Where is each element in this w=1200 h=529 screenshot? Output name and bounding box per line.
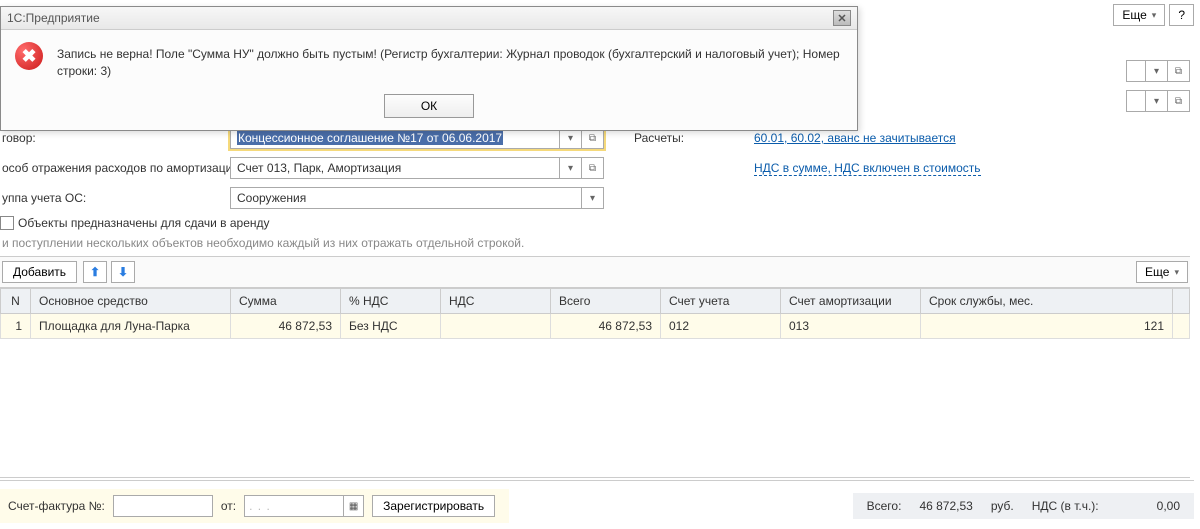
table-toolbar: Добавить ⬆ ⬇ Еще — [0, 256, 1190, 288]
cell-vat-pct: Без НДС — [341, 314, 441, 339]
label-contract: говор: — [0, 131, 230, 145]
arrow-down-icon: ⬇ — [118, 265, 128, 279]
register-button[interactable]: Зарегистрировать — [372, 495, 495, 517]
date-placeholder: . . . — [249, 499, 271, 513]
col-amort-acc[interactable]: Счет амортизации — [781, 289, 921, 314]
amort-input[interactable]: Счет 013, Парк, Амортизация — [230, 157, 560, 179]
table-header-row: N Основное средство Сумма % НДС НДС Всег… — [1, 289, 1190, 314]
dialog-footer: ОК — [1, 86, 857, 130]
currency: руб. — [991, 499, 1014, 513]
label-amort: особ отражения расходов по амортизации: — [0, 161, 230, 175]
amort-open-icon[interactable]: ⧉ — [582, 157, 604, 179]
dialog-titlebar: 1С:Предприятие ✕ — [1, 7, 857, 30]
assets-table: N Основное средство Сумма % НДС НДС Всег… — [0, 288, 1190, 339]
arrow-up-icon: ⬆ — [90, 265, 100, 279]
footer: Счет-фактура №: от: . . . ▦ Зарегистриро… — [0, 480, 1194, 523]
from-label: от: — [221, 499, 236, 513]
group-field-wrap: Сооружения ▾ — [230, 187, 604, 209]
cell-n: 1 — [1, 314, 31, 339]
table-container: N Основное средство Сумма % НДС НДС Всег… — [0, 288, 1190, 478]
vat-link[interactable]: НДС в сумме, НДС включен в стоимость — [754, 161, 981, 176]
total-value: 46 872,53 — [919, 499, 972, 513]
cell-acc: 012 — [661, 314, 781, 339]
more-button[interactable]: Еще — [1113, 4, 1165, 26]
top-right-controls: Еще ? — [1113, 4, 1194, 26]
checkbox-label: Объекты предназначены для сдачи в аренду — [18, 216, 270, 230]
cell-asset: Площадка для Луна-Парка — [31, 314, 231, 339]
cell-term: 121 — [921, 314, 1173, 339]
amort-dropdown-icon[interactable]: ▾ — [560, 157, 582, 179]
move-up-button[interactable]: ⬆ — [83, 261, 107, 283]
total-label: Всего: — [867, 499, 902, 513]
invoice-label: Счет-фактура №: — [8, 499, 105, 513]
scrollbar-gap — [1173, 289, 1190, 314]
amort-field-wrap: Счет 013, Парк, Амортизация ▾ ⧉ — [230, 157, 604, 179]
add-button[interactable]: Добавить — [2, 261, 77, 283]
cell-amort-acc: 013 — [781, 314, 921, 339]
col-acc[interactable]: Счет учета — [661, 289, 781, 314]
col-vat-pct[interactable]: % НДС — [341, 289, 441, 314]
col-term[interactable]: Срок службы, мес. — [921, 289, 1173, 314]
dialog-body: ✖ Запись не верна! Поле "Сумма НУ" должн… — [1, 30, 857, 86]
invoice-section: Счет-фактура №: от: . . . ▦ Зарегистриро… — [0, 489, 509, 523]
help-button[interactable]: ? — [1169, 4, 1194, 26]
row-group: уппа учета ОС: Сооружения ▾ — [0, 186, 1190, 210]
label-calc: Расчеты: — [634, 131, 754, 145]
row-amort: особ отражения расходов по амортизации: … — [0, 156, 1190, 180]
totals-section: Всего: 46 872,53 руб. НДС (в т.ч.): 0,00 — [853, 493, 1194, 519]
invoice-number-input[interactable] — [113, 495, 213, 517]
rent-checkbox[interactable] — [0, 216, 14, 230]
error-icon: ✖ — [15, 42, 43, 70]
calc-link[interactable]: 60.01, 60.02, аванс не зачитывается — [754, 131, 956, 145]
cell-gap — [1173, 314, 1190, 339]
col-n[interactable]: N — [1, 289, 31, 314]
col-asset[interactable]: Основное средство — [31, 289, 231, 314]
close-icon[interactable]: ✕ — [833, 10, 851, 26]
dialog-message: Запись не верна! Поле "Сумма НУ" должно … — [57, 42, 843, 80]
col-vat[interactable]: НДС — [441, 289, 551, 314]
invoice-date-input[interactable]: . . . ▦ — [244, 495, 364, 517]
cell-vat — [441, 314, 551, 339]
dialog-title: 1С:Предприятие — [7, 11, 100, 25]
label-group: уппа учета ОС: — [0, 191, 230, 205]
table-more-button[interactable]: Еще — [1136, 261, 1188, 283]
hint-text: и поступлении нескольких объектов необхо… — [0, 236, 1190, 250]
table-row[interactable]: 1 Площадка для Луна-Парка 46 872,53 Без … — [1, 314, 1190, 339]
cell-total: 46 872,53 — [551, 314, 661, 339]
vat-total-label: НДС (в т.ч.): — [1032, 499, 1099, 513]
vat-total-value: 0,00 — [1157, 499, 1180, 513]
col-total[interactable]: Всего — [551, 289, 661, 314]
ok-button[interactable]: ОК — [384, 94, 474, 118]
group-dropdown-icon[interactable]: ▾ — [582, 187, 604, 209]
col-sum[interactable]: Сумма — [231, 289, 341, 314]
calendar-icon[interactable]: ▦ — [343, 496, 363, 516]
move-down-button[interactable]: ⬇ — [111, 261, 135, 283]
cell-sum: 46 872,53 — [231, 314, 341, 339]
checkbox-row: Объекты предназначены для сдачи в аренду — [0, 216, 1190, 230]
error-dialog: 1С:Предприятие ✕ ✖ Запись не верна! Поле… — [0, 6, 858, 131]
group-input[interactable]: Сооружения — [230, 187, 582, 209]
